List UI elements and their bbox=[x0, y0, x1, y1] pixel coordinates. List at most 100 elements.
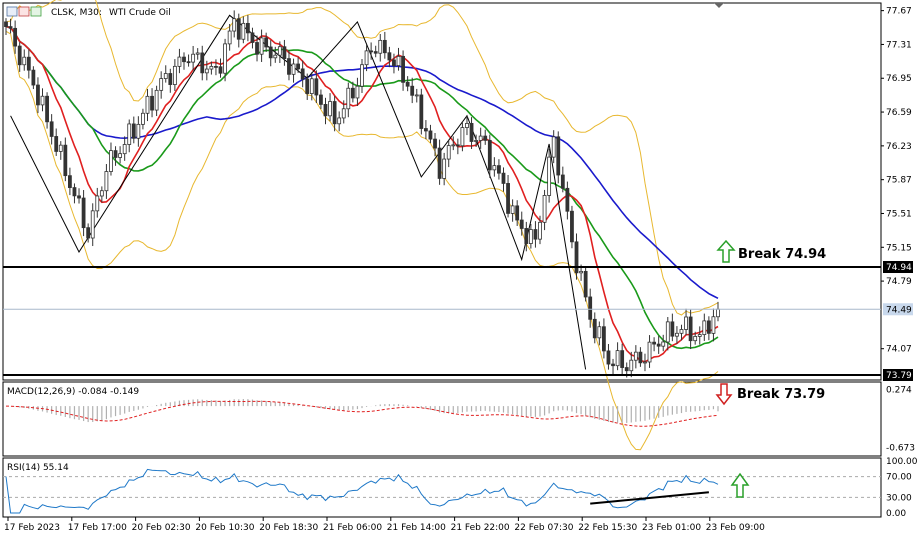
price-tick-label: 74.79 bbox=[886, 277, 912, 287]
candle-body bbox=[373, 51, 378, 54]
break-down-label: Break 73.79 bbox=[737, 387, 825, 402]
candle-body bbox=[191, 53, 196, 63]
price-tick-label: 77.67 bbox=[886, 7, 912, 17]
candle-body bbox=[396, 55, 401, 66]
candle-body bbox=[565, 187, 570, 212]
candle-body bbox=[451, 144, 456, 147]
candle-body bbox=[716, 308, 720, 318]
candle-body bbox=[223, 43, 227, 74]
candle-body bbox=[17, 45, 22, 66]
candle-body bbox=[442, 158, 447, 179]
level-price-label: 73.79 bbox=[886, 371, 912, 381]
time-tick-label: 17 Feb 2023 bbox=[4, 523, 60, 533]
candle-body bbox=[556, 136, 561, 176]
candle-body bbox=[560, 174, 565, 189]
candle-body bbox=[273, 54, 278, 59]
rsi-label: RSI(14) 55.14 bbox=[7, 463, 69, 473]
candle-body bbox=[104, 171, 109, 192]
candle-body bbox=[113, 150, 118, 158]
time-tick-label: 20 Feb 18:30 bbox=[259, 523, 318, 533]
candle-body bbox=[633, 351, 638, 361]
candle-body bbox=[533, 229, 538, 240]
candle-body bbox=[547, 156, 552, 196]
candle-body bbox=[702, 320, 707, 335]
price-tick-label: 76.59 bbox=[886, 108, 912, 118]
candle-body bbox=[538, 221, 542, 240]
time-tick-label: 21 Feb 14:00 bbox=[387, 523, 446, 533]
candle-body bbox=[277, 46, 282, 56]
candle-body bbox=[131, 123, 136, 139]
candle-body bbox=[323, 104, 328, 117]
candle-body bbox=[264, 37, 269, 48]
candle-body bbox=[446, 145, 451, 160]
candle-body bbox=[250, 32, 255, 43]
candle-body bbox=[8, 26, 13, 29]
candle-body bbox=[469, 123, 474, 142]
candle-body bbox=[437, 147, 442, 179]
candle-body bbox=[629, 359, 634, 372]
candle-body bbox=[624, 367, 629, 372]
candle-body bbox=[665, 321, 670, 343]
rsi-tick-label: 30.00 bbox=[886, 493, 912, 503]
candle-body bbox=[26, 56, 31, 71]
candle-body bbox=[652, 341, 657, 345]
candle-body bbox=[601, 326, 606, 352]
candle-body bbox=[615, 350, 620, 367]
candle-body bbox=[346, 87, 351, 110]
macd-tick-label: 0.274 bbox=[886, 385, 912, 395]
candle-body bbox=[86, 227, 91, 239]
current-price-label: 74.49 bbox=[886, 305, 912, 315]
candle-body bbox=[232, 18, 237, 32]
candle-body bbox=[670, 321, 675, 337]
window-menu-icon[interactable] bbox=[6, 6, 18, 17]
candle-body bbox=[99, 190, 104, 197]
rsi-tick-label: 70.00 bbox=[886, 473, 912, 483]
candle-body bbox=[72, 187, 77, 197]
candle-body bbox=[455, 144, 460, 147]
candle-body bbox=[364, 50, 369, 66]
time-tick-label: 22 Feb 15:30 bbox=[578, 523, 637, 533]
candle-body bbox=[387, 52, 392, 61]
candle-body bbox=[77, 195, 81, 199]
instrument-name: WTI Crude Oil bbox=[109, 8, 171, 18]
rsi-pane bbox=[2, 457, 882, 518]
candle-body bbox=[195, 52, 200, 55]
macd-tick-label: -0.673 bbox=[886, 443, 915, 453]
rsi-tick-label: 0.00 bbox=[886, 509, 906, 519]
candle-body bbox=[118, 153, 123, 158]
indicator-icon[interactable] bbox=[30, 6, 42, 17]
candle-body bbox=[611, 363, 615, 367]
candle-body bbox=[419, 94, 424, 129]
candle-body bbox=[282, 46, 287, 59]
candle-body bbox=[693, 336, 698, 342]
candle-body bbox=[319, 94, 323, 105]
price-tick-label: 75.51 bbox=[886, 209, 912, 219]
candle-body bbox=[58, 144, 63, 152]
candle-body bbox=[661, 341, 666, 347]
candle-body bbox=[268, 46, 273, 59]
candle-body bbox=[487, 139, 492, 171]
candle-body bbox=[154, 89, 159, 111]
candle-body bbox=[675, 332, 679, 337]
time-tick-label: 20 Feb 02:30 bbox=[132, 523, 191, 533]
candle-body bbox=[423, 128, 428, 132]
candle-body bbox=[341, 108, 346, 119]
candle-body bbox=[574, 241, 579, 274]
candle-body bbox=[506, 183, 510, 214]
time-tick-label: 23 Feb 01:00 bbox=[642, 523, 701, 533]
candle-body bbox=[337, 117, 342, 125]
candle-body bbox=[49, 121, 54, 137]
candle-body bbox=[579, 270, 583, 274]
candle-body bbox=[501, 172, 506, 184]
candle-body bbox=[245, 22, 250, 34]
break-up-label: Break 74.94 bbox=[738, 247, 826, 262]
price-tick-label: 76.95 bbox=[886, 74, 912, 84]
candle-body bbox=[136, 123, 141, 139]
candle-body bbox=[428, 130, 433, 140]
time-tick-label: 22 Feb 07:30 bbox=[514, 523, 573, 533]
candle-body bbox=[492, 165, 497, 171]
candle-body bbox=[460, 127, 465, 147]
chart-icon[interactable] bbox=[18, 6, 30, 17]
time-tick-label: 23 Feb 09:00 bbox=[706, 523, 765, 533]
candle-body bbox=[510, 205, 515, 214]
